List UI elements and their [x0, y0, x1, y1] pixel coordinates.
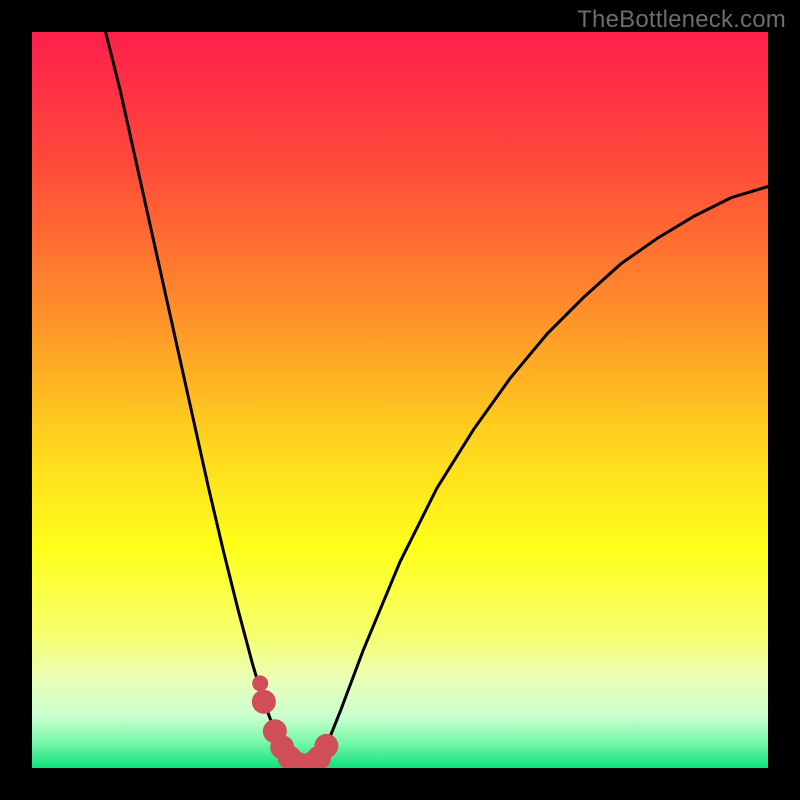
watermark-text: TheBottleneck.com	[577, 6, 786, 34]
plot-area	[32, 32, 768, 768]
optimal-dot	[252, 675, 268, 691]
optimal-dot	[252, 690, 276, 714]
optimal-dot	[314, 734, 338, 758]
chart-frame: TheBottleneck.com	[0, 0, 800, 800]
chart-svg	[32, 32, 768, 768]
gradient-background	[32, 32, 768, 768]
